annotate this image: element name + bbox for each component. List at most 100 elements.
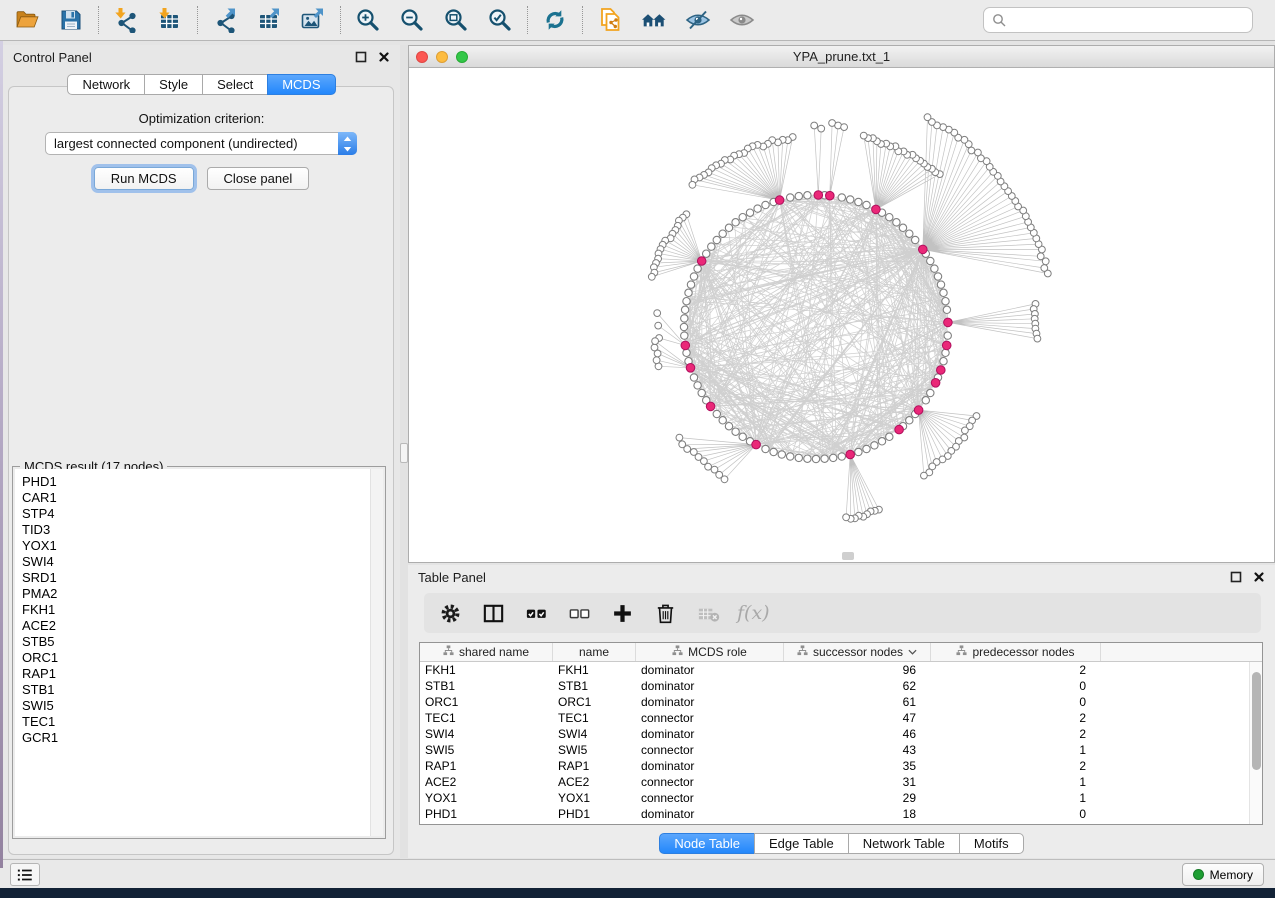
control-panel-title: Control Panel [13, 50, 92, 65]
list-item[interactable]: TID3 [15, 522, 383, 538]
list-item[interactable]: FKH1 [15, 602, 383, 618]
table-row[interactable]: FKH1FKH1dominator962 [420, 662, 1262, 678]
table-row[interactable]: SWI4SWI4dominator462 [420, 726, 1262, 742]
status-bar: Memory [0, 859, 1275, 888]
duplicate-network-icon[interactable] [595, 5, 625, 35]
table-panel-title: Table Panel [418, 570, 486, 585]
list-item[interactable]: STB1 [15, 682, 383, 698]
tab-edge-table[interactable]: Edge Table [754, 833, 849, 854]
tree-icon [672, 645, 683, 659]
list-item[interactable]: ORC1 [15, 650, 383, 666]
canvas-resize-grip[interactable] [842, 552, 854, 560]
save-icon[interactable] [56, 5, 86, 35]
table-row[interactable]: SWI5SWI5connector431 [420, 742, 1262, 758]
list-item[interactable]: RAP1 [15, 666, 383, 682]
tab-style[interactable]: Style [144, 74, 203, 95]
control-panel: Control Panel NetworkStyleSelectMCDS Opt… [3, 45, 400, 858]
tab-mcds[interactable]: MCDS [267, 74, 335, 95]
export-table-icon[interactable] [254, 5, 284, 35]
mcds-result-group: MCDS result (17 nodes) PHD1CAR1STP4TID3Y… [12, 466, 386, 839]
split-columns-icon[interactable] [479, 599, 507, 627]
hide-selected-icon[interactable] [683, 5, 713, 35]
show-all-icon[interactable] [727, 5, 757, 35]
search-icon [992, 13, 1006, 27]
mcds-list-items: PHD1CAR1STP4TID3YOX1SWI4SRD1PMA2FKH1ACE2… [15, 474, 383, 746]
tab-node-table[interactable]: Node Table [659, 833, 755, 854]
tab-network[interactable]: Network [67, 74, 145, 95]
list-item[interactable]: STB5 [15, 634, 383, 650]
table-row[interactable]: YOX1YOX1connector291 [420, 790, 1262, 806]
zoom-selected-icon[interactable] [485, 5, 515, 35]
network-frame: YPA_prune.txt_1 [408, 45, 1275, 563]
select-all-icon[interactable] [522, 599, 550, 627]
import-network-icon[interactable] [111, 5, 141, 35]
column-header-predecessor-nodes[interactable]: predecessor nodes [931, 643, 1101, 661]
sort-chevron-icon [908, 649, 917, 655]
column-header-name[interactable]: name [553, 643, 636, 661]
close-panel-icon[interactable] [377, 51, 390, 64]
node-table-header: shared namenameMCDS rolesuccessor nodesp… [420, 643, 1262, 662]
list-item[interactable]: SWI5 [15, 698, 383, 714]
list-item[interactable]: SWI4 [15, 554, 383, 570]
mcds-list-scrollbar[interactable] [370, 469, 383, 836]
zoom-out-icon[interactable] [397, 5, 427, 35]
table-row[interactable]: TEC1TEC1connector472 [420, 710, 1262, 726]
table-row[interactable]: ORC1ORC1dominator610 [420, 694, 1262, 710]
control-panel-header: Control Panel [3, 45, 400, 69]
column-header-successor-nodes[interactable]: successor nodes [784, 643, 931, 661]
column-header-MCDS-role[interactable]: MCDS role [636, 643, 784, 661]
gear-icon[interactable] [436, 599, 464, 627]
export-image-icon[interactable] [298, 5, 328, 35]
table-scrollbar-thumb[interactable] [1252, 672, 1261, 770]
splitter-grip[interactable] [400, 443, 408, 463]
close-panel-button[interactable]: Close panel [207, 167, 310, 190]
function-builder-icon: f(x) [737, 599, 765, 627]
list-item[interactable]: GCR1 [15, 730, 383, 746]
criterion-dropdown[interactable]: largest connected component (undirected) [45, 132, 357, 155]
table-row[interactable]: STB1STB1dominator620 [420, 678, 1262, 694]
add-column-icon[interactable] [608, 599, 636, 627]
table-row[interactable]: RAP1RAP1dominator352 [420, 758, 1262, 774]
memory-label: Memory [1210, 868, 1253, 882]
list-item[interactable]: SRD1 [15, 570, 383, 586]
search-input[interactable] [1006, 13, 1244, 28]
memory-button[interactable]: Memory [1182, 863, 1264, 886]
node-table-body: FKH1FKH1dominator962STB1STB1dominator620… [420, 662, 1262, 822]
open-folder-icon[interactable] [12, 5, 42, 35]
close-table-panel-icon[interactable] [1252, 571, 1265, 584]
float-panel-icon[interactable] [354, 51, 367, 64]
list-item[interactable]: TEC1 [15, 714, 383, 730]
list-item[interactable]: PMA2 [15, 586, 383, 602]
tab-network-table[interactable]: Network Table [848, 833, 960, 854]
import-table-icon[interactable] [155, 5, 185, 35]
task-history-icon[interactable] [10, 863, 40, 886]
list-item[interactable]: PHD1 [15, 474, 383, 490]
table-panel: Table Panel f(x) shared namenameMCDS rol… [408, 565, 1275, 858]
tab-select[interactable]: Select [202, 74, 268, 95]
table-tabs: Node TableEdge TableNetwork TableMotifs [408, 833, 1275, 854]
delete-column-icon[interactable] [651, 599, 679, 627]
search-box[interactable] [983, 7, 1253, 33]
network-canvas[interactable] [409, 68, 1274, 562]
zoom-in-icon[interactable] [353, 5, 383, 35]
tree-icon [443, 645, 454, 659]
table-row[interactable]: ACE2ACE2connector311 [420, 774, 1262, 790]
float-table-panel-icon[interactable] [1229, 571, 1242, 584]
desktop-wallpaper-edge [0, 41, 3, 868]
first-neighbors-icon[interactable] [639, 5, 669, 35]
zoom-fit-icon[interactable] [441, 5, 471, 35]
panel-splitter[interactable] [400, 45, 408, 858]
table-row[interactable]: PHD1PHD1dominator180 [420, 806, 1262, 822]
list-item[interactable]: STP4 [15, 506, 383, 522]
tab-motifs[interactable]: Motifs [959, 833, 1024, 854]
export-network-icon[interactable] [210, 5, 240, 35]
run-mcds-button[interactable]: Run MCDS [94, 167, 194, 190]
deselect-all-icon[interactable] [565, 599, 593, 627]
table-scrollbar[interactable] [1249, 662, 1262, 824]
list-item[interactable]: ACE2 [15, 618, 383, 634]
column-header-shared-name[interactable]: shared name [420, 643, 553, 661]
list-item[interactable]: CAR1 [15, 490, 383, 506]
list-item[interactable]: YOX1 [15, 538, 383, 554]
mcds-result-list: PHD1CAR1STP4TID3YOX1SWI4SRD1PMA2FKH1ACE2… [15, 469, 383, 836]
refresh-icon[interactable] [540, 5, 570, 35]
